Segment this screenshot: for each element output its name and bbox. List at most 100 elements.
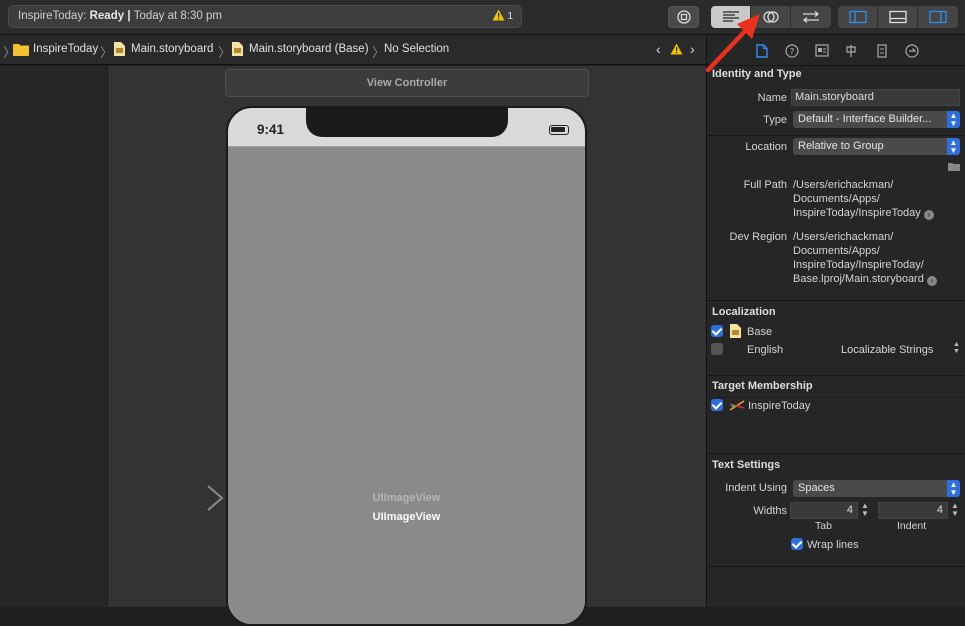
warning-icon — [492, 9, 505, 21]
warning-icon[interactable] — [670, 43, 683, 58]
toggle-inspector-button[interactable] — [918, 6, 958, 28]
iphone-device-frame: 9:41 UIImageView UIImageView — [226, 106, 587, 626]
tab-width-stepper-icon[interactable]: ▲ ▼ — [861, 502, 870, 519]
connections-inspector-icon[interactable] — [905, 44, 919, 58]
storyboard-file-icon — [730, 324, 741, 338]
divider — [707, 135, 965, 136]
indent-using-popup[interactable]: Spaces ▲ ▼ — [793, 480, 960, 497]
annotation-arrow-icon — [705, 14, 760, 73]
dev-region-label: Dev Region — [729, 231, 787, 243]
status-state: Ready — [89, 10, 125, 22]
next-issue-icon[interactable]: › — [690, 41, 695, 57]
full-path-label: Full Path — [743, 179, 787, 191]
wrap-lines-checkbox[interactable] — [791, 538, 803, 550]
battery-icon — [549, 125, 569, 135]
popup-arrows-icon: ▲ ▼ — [947, 480, 960, 497]
svg-text:?: ? — [790, 48, 795, 58]
localization-section-title: Localization — [712, 306, 776, 318]
type-value: Default - Interface Builder... — [798, 113, 932, 125]
inspector-panel: ? Identity and Type Name Main.storyboard… — [706, 35, 965, 607]
tab-width-field[interactable]: 4 — [790, 502, 858, 519]
status-separator: | — [124, 10, 134, 22]
image-view-label[interactable]: UIImageView — [228, 511, 585, 523]
base-checkbox[interactable] — [711, 325, 723, 337]
english-label: English — [747, 344, 784, 356]
location-popup[interactable]: Relative to Group ▲ ▼ — [793, 138, 960, 155]
widths-label: Widths — [753, 505, 787, 517]
image-view-label-faded[interactable]: UIImageView — [228, 492, 585, 504]
target-section-title: Target Membership — [712, 380, 813, 392]
tab-caption: Tab — [815, 520, 832, 532]
english-checkbox[interactable] — [711, 343, 723, 355]
view-controller-view[interactable]: UIImageView UIImageView — [228, 146, 585, 624]
status-bar-time: 9:41 — [257, 122, 285, 137]
storyboard-file-icon — [114, 42, 125, 59]
assistant-editor-icon — [762, 11, 779, 23]
base-label: Base — [747, 326, 773, 338]
library-button[interactable] — [668, 6, 699, 28]
target-label: InspireToday — [748, 400, 811, 412]
previous-issue-icon[interactable]: ‹ — [656, 41, 661, 57]
indent-using-label: Indent Using — [725, 482, 787, 494]
chevron-right-icon: 〉 — [100, 45, 114, 60]
location-label: Location — [745, 141, 787, 153]
name-label: Name — [757, 92, 787, 104]
library-icon — [676, 10, 691, 24]
full-path-line: /Users/erichackman/ — [793, 179, 894, 191]
identity-inspector-icon[interactable] — [815, 44, 829, 57]
choose-folder-icon[interactable] — [948, 162, 960, 171]
warning-count: 1 — [507, 11, 513, 22]
status-time: Today at 8:30 pm — [133, 10, 222, 22]
name-field[interactable]: Main.storyboard — [791, 89, 960, 106]
jump-bar: 〉 InspireToday 〉 Main.storyboard 〉 Main.… — [0, 35, 706, 65]
debug-panel-icon — [888, 10, 907, 24]
indent-width-field[interactable]: 4 — [878, 502, 948, 519]
version-editor-button[interactable] — [791, 6, 831, 28]
help-inspector-icon[interactable]: ? — [785, 44, 799, 58]
dev-region-line: /Users/erichackman/ — [793, 231, 894, 243]
breadcrumb-selection[interactable]: No Selection — [384, 43, 449, 55]
reveal-in-finder-icon[interactable]: › — [926, 276, 937, 286]
scene-title-bar[interactable]: View Controller — [225, 69, 589, 97]
toggle-navigator-button[interactable] — [838, 6, 878, 28]
breadcrumb-storyboard-base[interactable]: Main.storyboard (Base) — [249, 43, 369, 55]
status-project: InspireToday: — [18, 10, 90, 22]
type-popup[interactable]: Default - Interface Builder... ▲ ▼ — [793, 111, 960, 128]
popup-arrows-icon[interactable]: ▲ ▼ — [953, 341, 960, 355]
type-label: Type — [763, 114, 787, 126]
location-value: Relative to Group — [798, 140, 884, 152]
version-editor-icon — [803, 11, 819, 23]
divider — [707, 300, 965, 301]
indent-using-value: Spaces — [798, 482, 835, 494]
dev-region-line: Base.lproj/Main.storyboard — [793, 273, 924, 285]
breadcrumb-project[interactable]: InspireToday — [33, 43, 98, 55]
app-target-icon — [729, 400, 745, 411]
storyboard-file-icon — [232, 42, 243, 59]
popup-arrows-icon: ▲ ▼ — [947, 111, 960, 128]
divider — [707, 375, 965, 376]
toolbar: InspireToday: Ready | Today at 8:30 pm 1 — [0, 0, 965, 35]
text-settings-section-title: Text Settings — [712, 459, 781, 471]
attributes-inspector-icon[interactable] — [845, 44, 857, 58]
initial-view-controller-arrow-icon[interactable] — [136, 484, 226, 512]
dev-region-line: InspireToday/InspireToday/ — [793, 259, 924, 271]
breadcrumb-storyboard[interactable]: Main.storyboard — [131, 43, 213, 55]
english-type-popup[interactable]: Localizable Strings — [841, 343, 933, 357]
inspector-panel-icon — [929, 10, 947, 24]
target-checkbox[interactable] — [711, 399, 723, 411]
device-notch — [306, 108, 508, 137]
indent-width-stepper-icon[interactable]: ▲ ▼ — [951, 502, 960, 519]
popup-arrows-icon: ▲ ▼ — [947, 138, 960, 155]
dev-region-line: Documents/Apps/ — [793, 245, 880, 257]
activity-status-bar: InspireToday: Ready | Today at 8:30 pm 1 — [8, 5, 522, 28]
chevron-right-icon: 〉 — [218, 45, 232, 60]
navigator-panel-icon — [848, 10, 867, 24]
size-inspector-icon[interactable] — [877, 44, 887, 58]
toggle-debug-area-button[interactable] — [878, 6, 918, 28]
document-outline-gutter — [0, 66, 108, 607]
reveal-in-finder-icon[interactable]: › — [923, 210, 934, 220]
full-path-value: /Users/erichackman/ Documents/Apps/ Insp… — [793, 178, 963, 220]
divider — [707, 566, 965, 567]
warning-indicator[interactable]: 1 — [492, 6, 513, 27]
full-path-line: InspireToday/InspireToday — [793, 207, 921, 219]
